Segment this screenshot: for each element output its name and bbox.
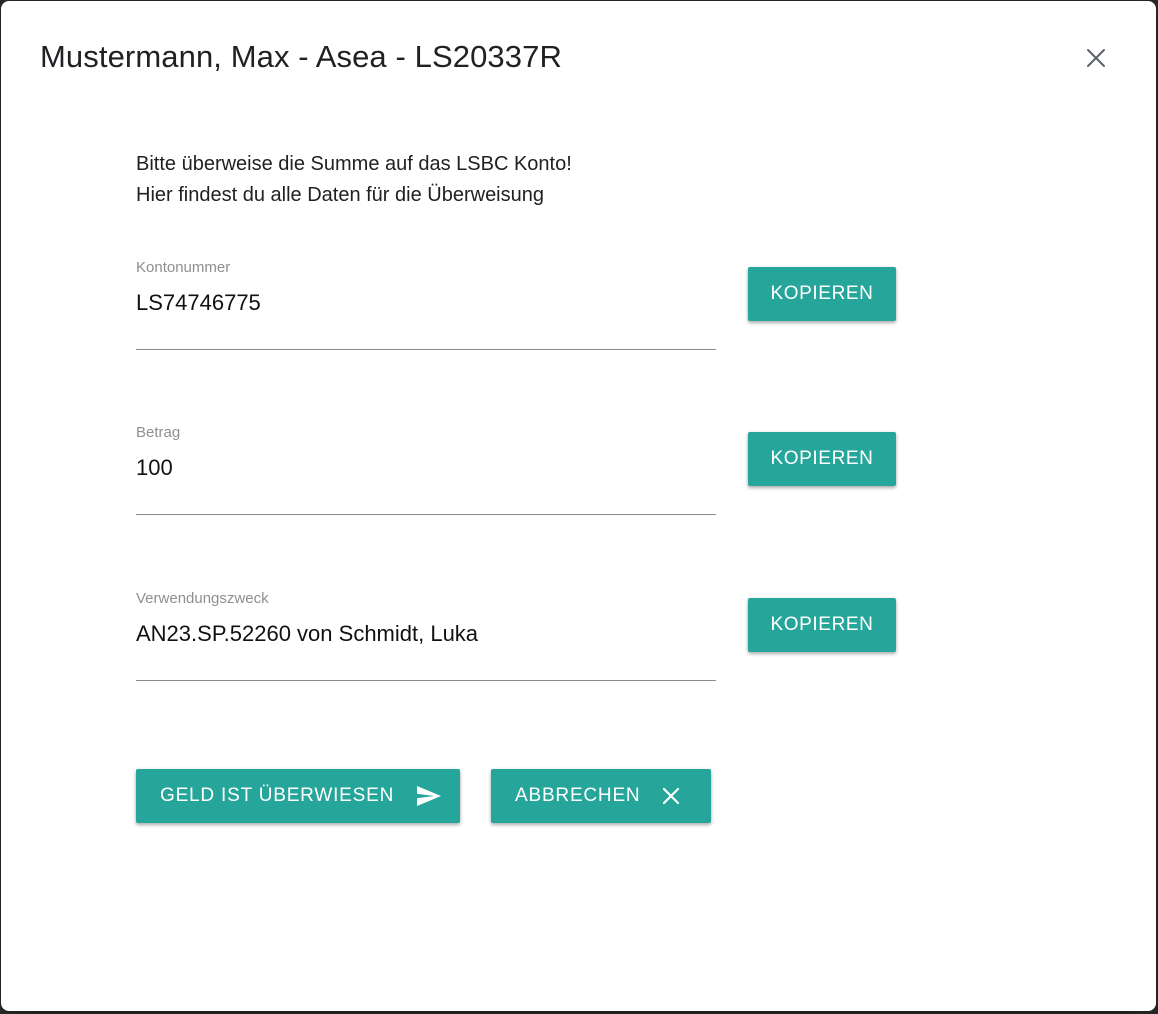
- intro-line-2: Hier findest du alle Daten für die Überw…: [136, 184, 544, 206]
- intro-text: Bitte überweise die Summe auf das LSBC K…: [136, 149, 936, 211]
- kontonummer-field: Kontonummer: [136, 259, 716, 350]
- field-row-kontonummer: Kontonummer KOPIEREN: [136, 259, 936, 359]
- copy-verwendungszweck-button[interactable]: KOPIEREN: [748, 598, 896, 652]
- transfer-dialog: Mustermann, Max - Asea - LS20337R Bitte …: [1, 1, 1156, 1011]
- money-transferred-button[interactable]: GELD IST ÜBERWIESEN: [136, 769, 460, 823]
- cancel-button[interactable]: ABBRECHEN: [491, 769, 711, 823]
- send-icon: [416, 785, 442, 807]
- close-icon: [1087, 49, 1105, 67]
- betrag-label: Betrag: [136, 424, 181, 441]
- copy-kontonummer-button[interactable]: KOPIEREN: [748, 267, 896, 321]
- cancel-label: ABBRECHEN: [515, 785, 641, 806]
- field-row-verwendungszweck: Verwendungszweck KOPIEREN: [136, 590, 936, 690]
- betrag-field: Betrag: [136, 424, 716, 515]
- verwendungszweck-label: Verwendungszweck: [136, 590, 269, 607]
- verwendungszweck-input[interactable]: [136, 618, 716, 650]
- close-button[interactable]: [1079, 41, 1113, 75]
- dialog-title: Mustermann, Max - Asea - LS20337R: [40, 39, 562, 74]
- betrag-input[interactable]: [136, 452, 716, 484]
- kontonummer-input[interactable]: [136, 287, 716, 319]
- verwendungszweck-field: Verwendungszweck: [136, 590, 716, 681]
- intro-line-1: Bitte überweise die Summe auf das LSBC K…: [136, 153, 572, 175]
- copy-betrag-button[interactable]: KOPIEREN: [748, 432, 896, 486]
- dialog-content: Bitte überweise die Summe auf das LSBC K…: [136, 149, 936, 823]
- money-transferred-label: GELD IST ÜBERWIESEN: [160, 785, 395, 806]
- kontonummer-label: Kontonummer: [136, 259, 231, 276]
- close-icon: [662, 787, 680, 805]
- field-row-betrag: Betrag KOPIEREN: [136, 424, 936, 524]
